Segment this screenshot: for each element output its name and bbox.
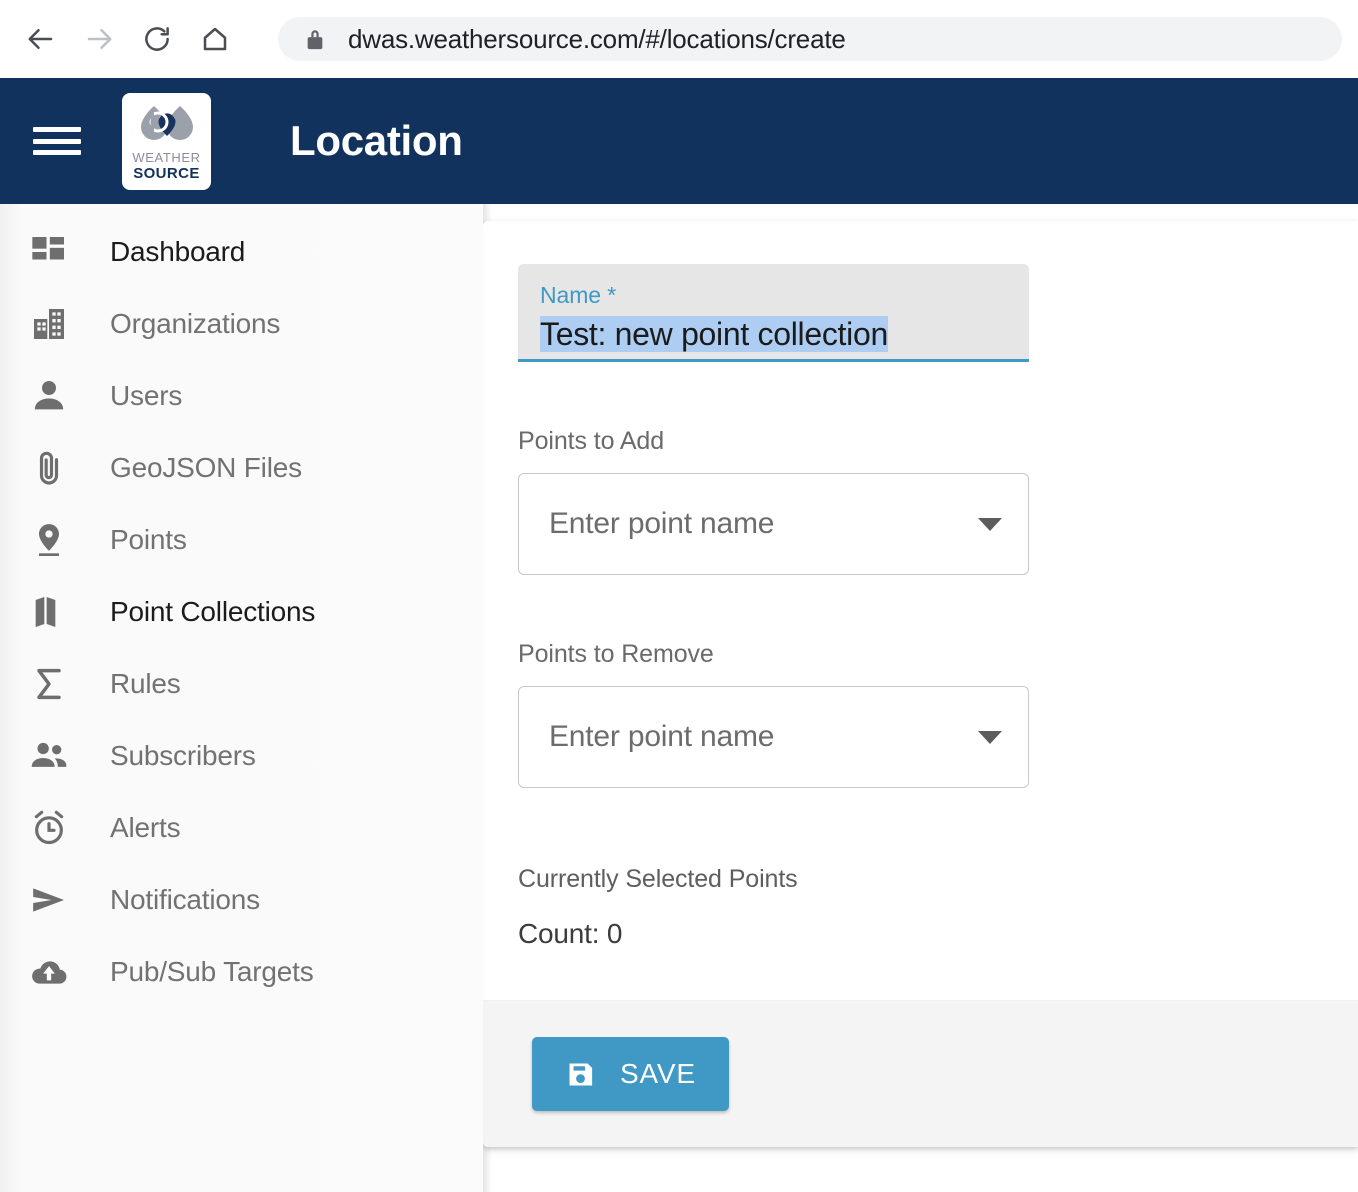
home-icon xyxy=(200,24,230,54)
points-to-remove-placeholder: Enter point name xyxy=(549,720,775,753)
name-input-value: Test: new point collection xyxy=(540,316,888,352)
floppy-disk-save-icon xyxy=(565,1059,596,1090)
back-button[interactable] xyxy=(18,16,64,62)
save-button[interactable]: SAVE xyxy=(532,1037,729,1111)
dashboard-grid-icon xyxy=(27,229,77,275)
sidebar-item-label: Notifications xyxy=(110,884,260,915)
send-paper-plane-icon xyxy=(27,877,77,923)
sidebar-item-label: Dashboard xyxy=(110,236,246,267)
sidebar-item-notifications[interactable]: Notifications xyxy=(0,864,483,936)
name-input[interactable]: Test: new point collection xyxy=(540,316,1007,353)
point-collection-form-card: Name * Test: new point collection Points… xyxy=(483,221,1358,1147)
sidebar-item-point-collections[interactable]: Point Collections xyxy=(0,576,483,648)
form-footer: SAVE xyxy=(483,1000,1358,1147)
chevron-down-icon[interactable] xyxy=(978,517,1002,531)
sidebar-item-rules[interactable]: Rules xyxy=(0,648,483,720)
points-to-add-select[interactable]: Enter point name xyxy=(518,473,1029,575)
reload-icon xyxy=(142,24,172,54)
address-bar[interactable]: dwas.weathersource.com/#/locations/creat… xyxy=(278,17,1342,61)
people-group-icon xyxy=(27,733,77,779)
alarm-clock-icon xyxy=(27,805,77,851)
points-to-remove-select[interactable]: Enter point name xyxy=(518,686,1029,788)
points-to-add-group: Points to Add Enter point name xyxy=(518,427,1358,575)
sidebar-item-subscribers[interactable]: Subscribers xyxy=(0,720,483,792)
sidebar-item-geojson-files[interactable]: GeoJSON Files xyxy=(0,432,483,504)
home-button[interactable] xyxy=(192,16,238,62)
selected-points-count: Count: 0 xyxy=(518,918,623,949)
sidebar-item-label: Alerts xyxy=(110,812,181,843)
selected-points-title: Currently Selected Points xyxy=(518,865,798,893)
app-logo[interactable]: WEATHER SOURCE xyxy=(122,92,211,190)
hamburger-bar xyxy=(33,138,81,144)
cloud-upload-icon xyxy=(27,949,77,995)
sidebar-item-label: Organizations xyxy=(110,308,281,339)
points-to-add-caption: Points to Add xyxy=(518,427,665,455)
sidebar-item-label: Users xyxy=(110,380,183,411)
sidebar-item-alerts[interactable]: Alerts xyxy=(0,792,483,864)
sidebar-item-pubsub-targets[interactable]: Pub/Sub Targets xyxy=(0,936,483,1008)
sidebar-item-users[interactable]: Users xyxy=(0,360,483,432)
app-header: WEATHER SOURCE Location xyxy=(0,78,1358,204)
form-body: Name * Test: new point collection Points… xyxy=(483,221,1358,1000)
weather-source-droplets-logo xyxy=(140,106,193,140)
forward-button[interactable] xyxy=(76,16,122,62)
sidebar-item-label: Point Collections xyxy=(110,596,316,627)
hamburger-menu-icon[interactable] xyxy=(33,121,81,161)
points-to-add-placeholder: Enter point name xyxy=(549,507,775,540)
arrow-left-icon xyxy=(26,24,56,54)
sidebar-item-label: GeoJSON Files xyxy=(110,452,302,483)
map-pin-icon xyxy=(27,517,77,563)
map-folded-icon xyxy=(27,589,77,635)
name-field[interactable]: Name * Test: new point collection xyxy=(518,264,1029,362)
reload-button[interactable] xyxy=(134,16,180,62)
sidebar-item-dashboard[interactable]: Dashboard xyxy=(0,216,483,288)
sidebar-item-label: Points xyxy=(110,524,187,555)
paperclip-icon xyxy=(27,445,77,491)
sidebar-item-label: Rules xyxy=(110,668,181,699)
hamburger-bar xyxy=(33,127,81,132)
logo-word-bottom: SOURCE xyxy=(133,165,200,182)
main-content: Name * Test: new point collection Points… xyxy=(483,204,1358,1192)
sidebar-item-organizations[interactable]: Organizations xyxy=(0,288,483,360)
selected-points-summary: Currently Selected Points Count: 0 xyxy=(518,865,1358,950)
points-to-remove-group: Points to Remove Enter point name xyxy=(518,640,1358,788)
person-icon xyxy=(27,373,77,419)
url-text: dwas.weathersource.com/#/locations/creat… xyxy=(348,23,846,54)
arrow-right-icon xyxy=(84,24,114,54)
save-button-label: SAVE xyxy=(620,1058,696,1089)
hamburger-bar xyxy=(33,150,81,155)
logo-word-top: WEATHER xyxy=(132,150,201,165)
building-icon xyxy=(27,301,77,347)
sidebar-nav: Dashboard Organizations Users GeoJSON Fi… xyxy=(0,204,483,1192)
lock-icon xyxy=(304,27,326,51)
points-to-remove-caption: Points to Remove xyxy=(518,640,714,668)
sigma-icon xyxy=(27,661,77,707)
sidebar-item-points[interactable]: Points xyxy=(0,504,483,576)
chevron-down-icon[interactable] xyxy=(978,730,1002,744)
page-title: Location xyxy=(290,117,463,164)
browser-toolbar: dwas.weathersource.com/#/locations/creat… xyxy=(0,0,1358,78)
sidebar-item-label: Subscribers xyxy=(110,740,256,771)
name-field-label: Name * xyxy=(540,282,617,308)
sidebar-item-label: Pub/Sub Targets xyxy=(110,956,314,987)
